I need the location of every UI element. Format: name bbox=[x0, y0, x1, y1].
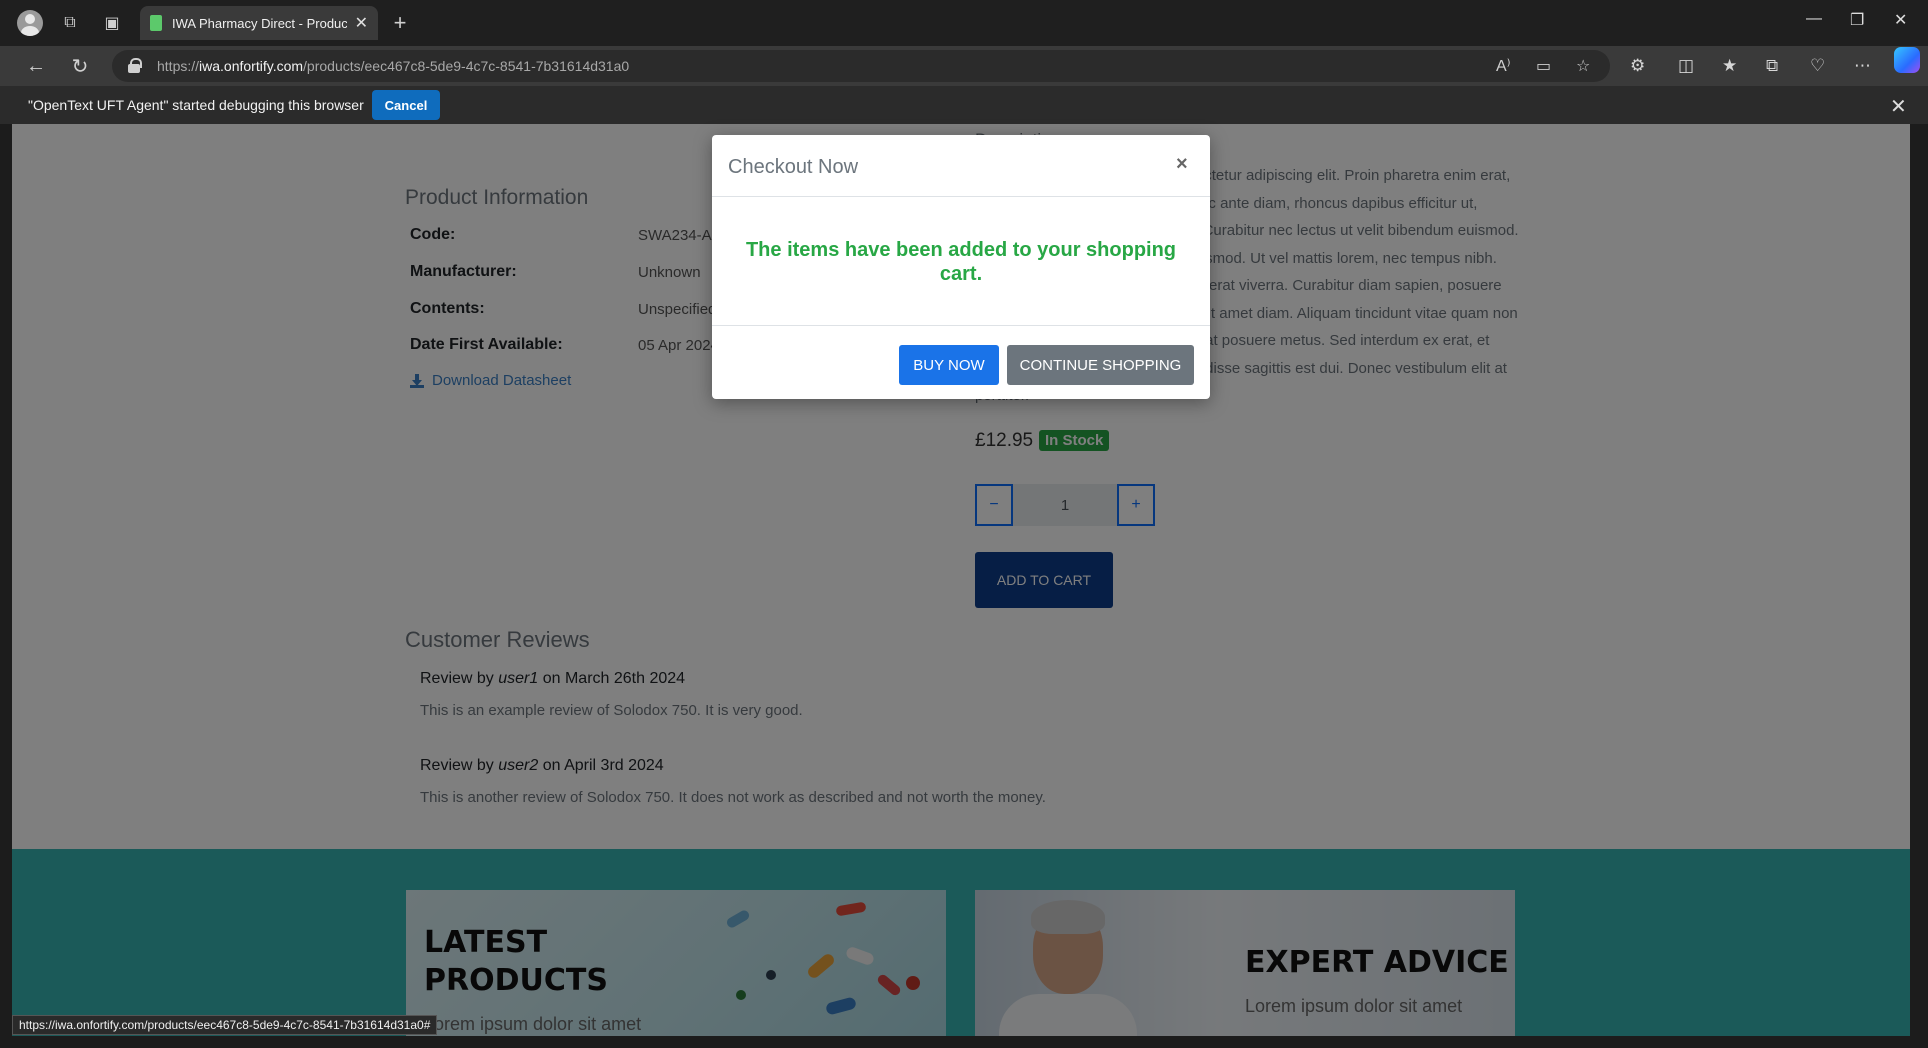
extensions-icon[interactable]: ⚙ bbox=[1630, 56, 1645, 76]
modal-header: Checkout Now × bbox=[712, 135, 1210, 197]
split-screen-icon[interactable]: ◫ bbox=[1678, 56, 1694, 76]
address-url[interactable]: https://iwa.onfortify.com/products/eec46… bbox=[157, 58, 629, 74]
tab-title: IWA Pharmacy Direct - Product : bbox=[172, 15, 347, 31]
modal-title: Checkout Now bbox=[728, 156, 859, 178]
tab-favicon-icon bbox=[150, 15, 162, 31]
read-aloud-icon[interactable]: A⁾ bbox=[1496, 56, 1511, 76]
modal-close-icon[interactable]: × bbox=[1176, 153, 1188, 176]
immersive-reader-icon[interactable]: ▭ bbox=[1536, 56, 1551, 76]
cart-confirmation-message: The items have been added to your shoppi… bbox=[745, 239, 1177, 285]
infobar-close-icon[interactable]: ✕ bbox=[1890, 94, 1907, 119]
modal-footer: BUY NOW CONTINUE SHOPPING bbox=[712, 325, 1210, 399]
copilot-icon[interactable] bbox=[1894, 47, 1920, 73]
browser-toolbar: ← ↻ https://iwa.onfortify.com/products/e… bbox=[0, 46, 1928, 86]
checkout-modal: Checkout Now × The items have been added… bbox=[712, 135, 1210, 399]
continue-shopping-button[interactable]: CONTINUE SHOPPING bbox=[1007, 345, 1194, 385]
more-menu-icon[interactable]: ⋯ bbox=[1854, 56, 1871, 76]
debug-cancel-button[interactable]: Cancel bbox=[372, 90, 440, 120]
new-tab-icon[interactable]: + bbox=[388, 10, 412, 35]
buy-now-button[interactable]: BUY NOW bbox=[899, 345, 999, 385]
restore-icon[interactable]: ❐ bbox=[1850, 10, 1864, 30]
collections-icon[interactable]: ⧉ bbox=[1766, 56, 1778, 76]
status-bar-url: https://iwa.onfortify.com/products/eec46… bbox=[12, 1015, 438, 1035]
lock-icon[interactable] bbox=[128, 58, 142, 73]
profile-avatar-icon[interactable] bbox=[17, 10, 43, 36]
tab-close-icon[interactable]: ✕ bbox=[355, 13, 368, 33]
refresh-icon[interactable]: ↻ bbox=[68, 54, 92, 78]
workspaces-icon[interactable]: ⧉ bbox=[58, 11, 82, 35]
browser-essentials-icon[interactable]: ♡ bbox=[1810, 56, 1825, 76]
back-icon[interactable]: ← bbox=[24, 54, 48, 78]
minimize-icon[interactable]: — bbox=[1806, 10, 1822, 28]
favorites-icon[interactable]: ★ bbox=[1722, 56, 1737, 76]
debug-message: "OpenText UFT Agent" started debugging t… bbox=[28, 97, 364, 113]
debug-infobar: "OpenText UFT Agent" started debugging t… bbox=[0, 86, 1928, 124]
window-close-icon[interactable]: ✕ bbox=[1894, 10, 1907, 30]
taskbar-edge bbox=[0, 1036, 1928, 1048]
favorite-star-icon[interactable]: ☆ bbox=[1576, 56, 1590, 76]
browser-tab-active[interactable]: IWA Pharmacy Direct - Product : ✕ bbox=[140, 6, 378, 40]
vertical-tabs-icon[interactable]: ▣ bbox=[100, 11, 124, 35]
browser-tab-bar: ⧉ ▣ IWA Pharmacy Direct - Product : ✕ + … bbox=[0, 0, 1928, 46]
address-bar[interactable]: https://iwa.onfortify.com/products/eec46… bbox=[112, 50, 1610, 82]
